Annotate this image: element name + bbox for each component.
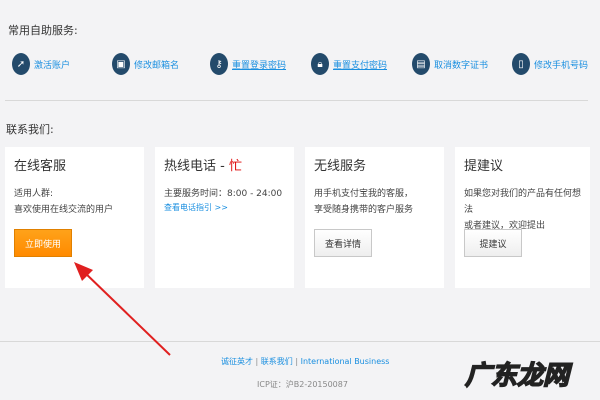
arrow-line <box>81 269 171 356</box>
red-arrow-annotation <box>74 262 171 356</box>
